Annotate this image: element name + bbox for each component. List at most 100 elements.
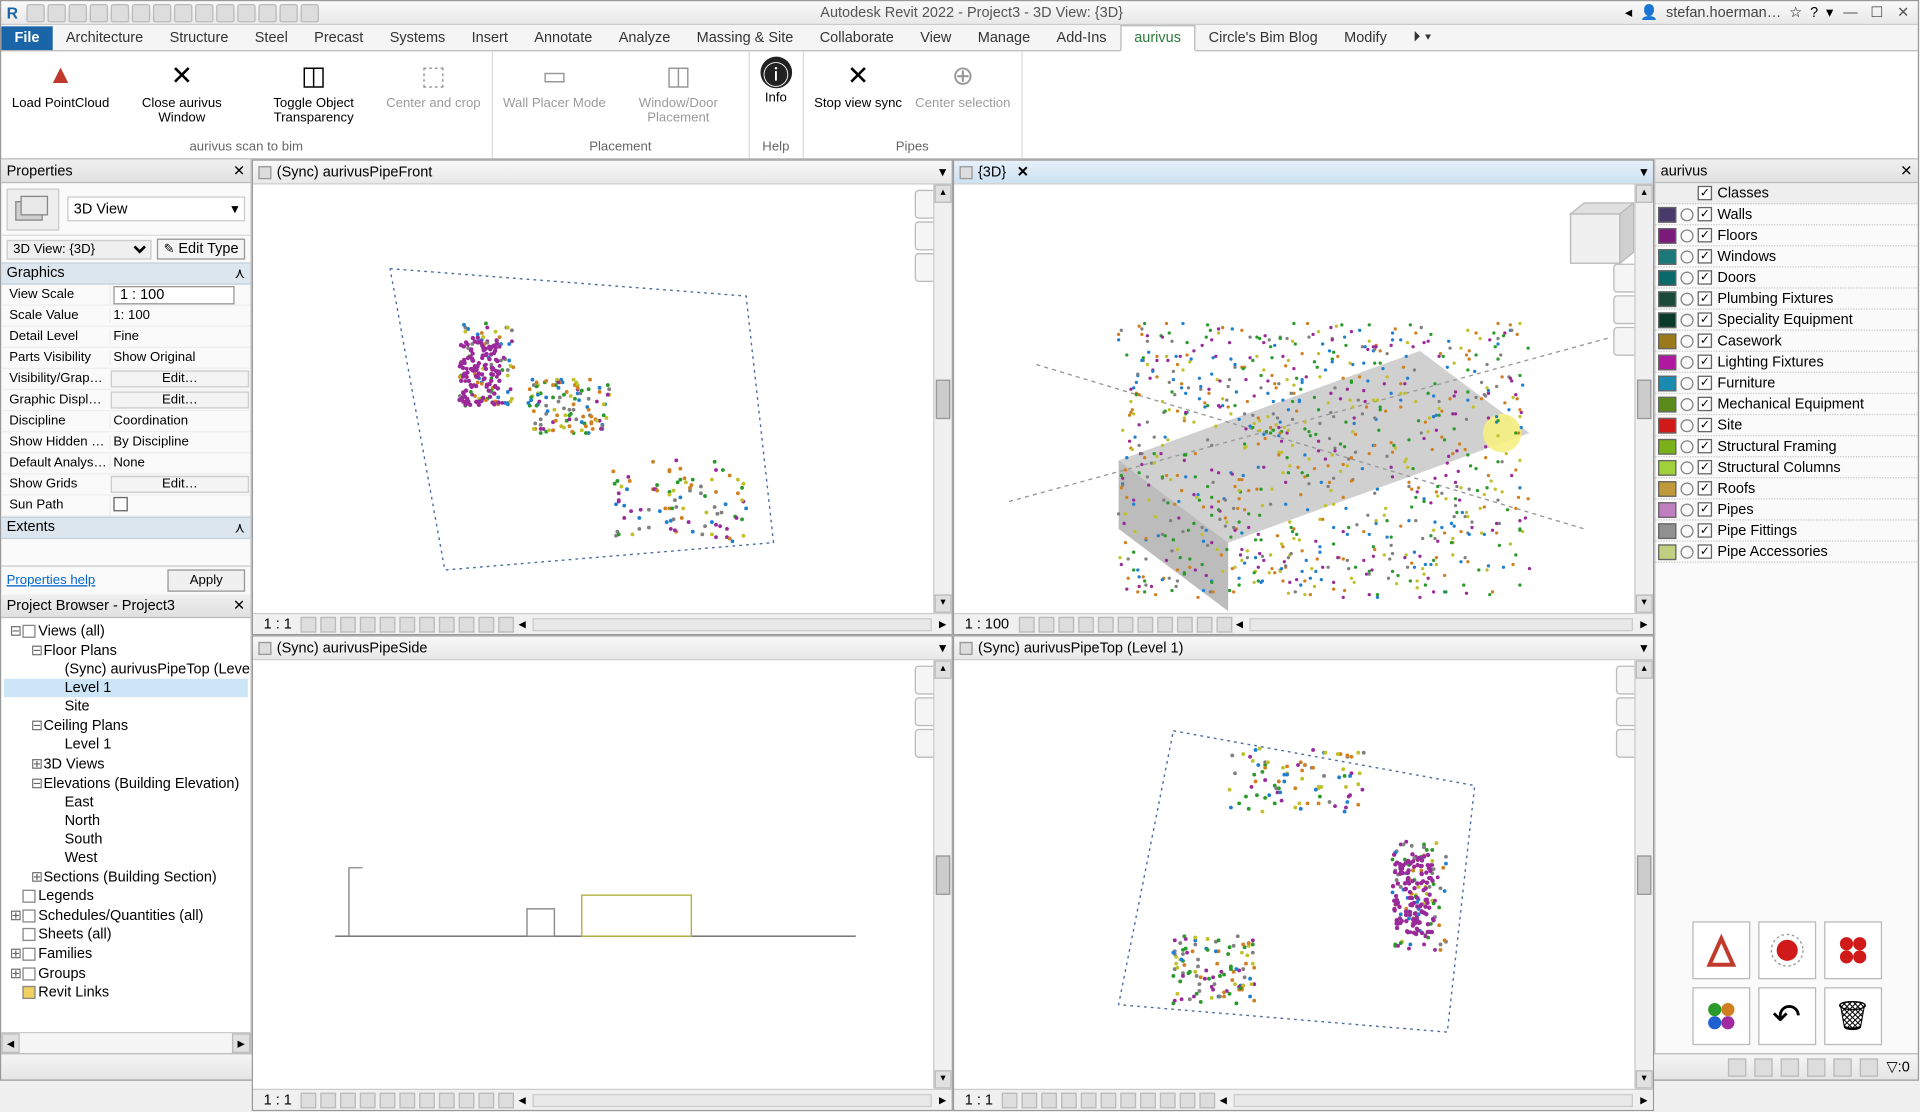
expand-icon[interactable]: ⊞ [30,869,43,886]
apply-button[interactable]: Apply [167,569,245,591]
prop-row[interactable]: Parts VisibilityShow Original [1,348,250,369]
prop-value[interactable]: 1: 100 [109,308,250,322]
tree-node[interactable]: Level 1 [4,679,248,697]
view-ctrl-icon[interactable] [1160,1092,1176,1108]
record-tool[interactable] [1758,921,1816,979]
class-row-windows[interactable]: ✓Windows [1655,246,1917,267]
hscroll-left-icon[interactable]: ◂ [519,616,526,633]
view-ctrl-icon[interactable] [380,1092,396,1108]
class-radio[interactable] [1680,440,1693,453]
aurivus-close-icon[interactable]: ✕ [1900,162,1912,179]
qat-dim-icon[interactable] [174,3,192,21]
tree-node[interactable]: Legends [4,887,248,905]
tab-circle-s-bim-blog[interactable]: Circle's Bim Blog [1195,26,1330,50]
tree-node[interactable]: West [4,849,248,867]
class-row-floors[interactable]: ✓Floors [1655,225,1917,246]
stop-view-sync[interactable]: ✕Stop view sync [809,54,907,138]
class-color-swatch[interactable] [1658,354,1676,370]
type-selector[interactable]: 3D View ▾ [67,196,245,221]
tab-annotate[interactable]: Annotate [521,26,605,50]
class-radio[interactable] [1680,545,1693,558]
user-name[interactable]: stefan.hoerman… [1666,5,1781,21]
user-icon[interactable]: 👤 [1640,4,1658,21]
view-ctrl-icon[interactable] [420,616,436,632]
class-color-swatch[interactable] [1658,480,1676,496]
tree-node[interactable]: ⊟Ceiling Plans [4,716,248,736]
class-color-swatch[interactable] [1658,333,1676,349]
view-ctrl-icon[interactable] [1018,616,1034,632]
tree-node[interactable]: South [4,830,248,848]
qat-text-icon[interactable] [195,3,213,21]
view-ctrl-icon[interactable] [1038,616,1054,632]
view-ctrl-icon[interactable] [420,1092,436,1108]
view-ctrl-icon[interactable] [1101,1092,1117,1108]
tree-node[interactable]: East [4,793,248,811]
view-ctrl-icon[interactable] [499,616,515,632]
tab-precast[interactable]: Precast [301,26,377,50]
class-row-pipe-accessories[interactable]: ✓Pipe Accessories [1655,542,1917,563]
ribbon-mode-dropdown[interactable]: ⏵ ▾ [1400,25,1445,50]
status-drag-icon[interactable] [1755,1058,1773,1076]
tree-node[interactable]: ⊟Elevations (Building Elevation) [4,774,248,794]
help-icon[interactable]: ? [1810,5,1818,21]
hscroll-right-icon[interactable]: ▸ [1640,616,1647,633]
view-ctrl-icon[interactable] [1042,1092,1058,1108]
status-filter-icon[interactable] [1860,1058,1878,1076]
toggle-transparency[interactable]: ◫Toggle Object Transparency [249,54,378,138]
view-ctrl-icon[interactable] [341,1092,357,1108]
view-ctrl-icon[interactable] [1117,616,1133,632]
view-ctrl-icon[interactable] [380,616,396,632]
class-checkbox[interactable]: ✓ [1698,502,1712,516]
class-row-doors[interactable]: ✓Doors [1655,268,1917,289]
favorites-icon[interactable]: ☆ [1789,4,1802,21]
view-ctrl-icon[interactable] [459,1092,475,1108]
prop-value[interactable]: By Discipline [109,435,250,449]
class-color-swatch[interactable] [1658,270,1676,286]
tab-insert[interactable]: Insert [458,26,521,50]
class-checkbox[interactable]: ✓ [1698,544,1712,558]
view-vscroll[interactable]: ▴▾ [1634,661,1652,1090]
class-checkbox[interactable]: ✓ [1698,523,1712,537]
view-canvas[interactable] [253,661,952,1090]
tab-aurivus[interactable]: aurivus [1120,25,1196,51]
qat-open-icon[interactable] [26,3,44,21]
class-row-furniture[interactable]: ✓Furniture [1655,373,1917,394]
view-close-icon[interactable]: ✕ [1017,163,1029,180]
view-ctrl-icon[interactable] [1078,616,1094,632]
prop-value[interactable] [109,496,250,514]
class-checkbox[interactable]: ✓ [1698,291,1712,305]
tree-node[interactable]: ⊞Sections (Building Section) [4,867,248,887]
view-header[interactable]: (Sync) aurivusPipeSide▾ [253,637,952,661]
class-radio[interactable] [1680,397,1693,410]
instance-selector[interactable]: 3D View: {3D} [7,239,152,259]
view-ctrl-icon[interactable] [1081,1092,1097,1108]
qat-switch-icon[interactable] [300,3,318,21]
class-radio[interactable] [1680,229,1693,242]
qat-tag-icon[interactable] [216,3,234,21]
tree-node[interactable]: ⊞Schedules/Quantities (all) [4,905,248,925]
prop-group-graphics[interactable]: Graphics⋏ [1,262,250,284]
delete-tool[interactable]: 🗑 [1823,987,1881,1045]
expand-icon[interactable]: ⊞ [9,907,22,924]
view-ctrl-icon[interactable] [321,1092,337,1108]
class-radio[interactable] [1680,271,1693,284]
class-radio[interactable] [1680,334,1693,347]
tab-modify[interactable]: Modify [1331,26,1400,50]
browser-hscroll[interactable]: ◂ ▸ [1,1032,250,1053]
view-menu-icon[interactable]: ▾ [1640,639,1647,656]
class-row-walls[interactable]: ✓Walls [1655,204,1917,225]
prop-value[interactable]: Coordination [109,414,250,428]
class-checkbox[interactable]: ✓ [1698,249,1712,263]
view-ctrl-icon[interactable] [479,616,495,632]
tree-node[interactable]: Level 1 [4,735,248,753]
class-radio[interactable] [1680,313,1693,326]
class-checkbox[interactable]: ✓ [1698,376,1712,390]
class-color-swatch[interactable] [1658,375,1676,391]
hscroll-left-icon[interactable]: ◂ [519,1092,526,1109]
class-color-swatch[interactable] [1658,544,1676,560]
prop-value[interactable]: Edit… [111,370,249,387]
class-checkbox[interactable]: ✓ [1698,333,1712,347]
class-checkbox[interactable]: ✓ [1698,439,1712,453]
view-ctrl-icon[interactable] [499,1092,515,1108]
qat-section-icon[interactable] [237,3,255,21]
